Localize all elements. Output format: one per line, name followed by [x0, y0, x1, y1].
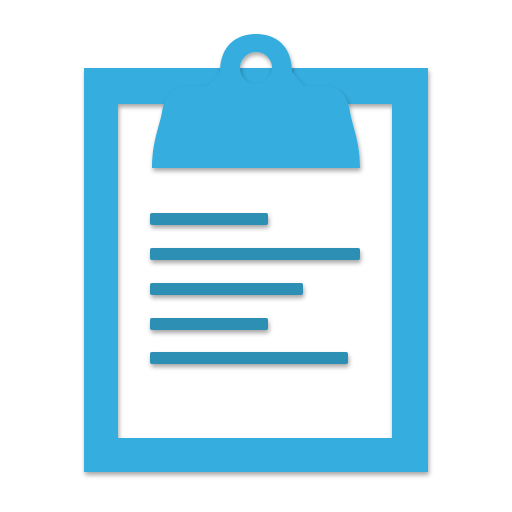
clipboard-icon — [84, 34, 428, 472]
paper-line — [150, 213, 268, 225]
paper-line — [150, 352, 348, 364]
icon-canvas — [0, 0, 512, 512]
paper-lines — [150, 213, 360, 364]
paper-line — [150, 318, 268, 330]
paper-line — [150, 248, 360, 260]
paper-line — [150, 283, 303, 295]
clipboard-clip — [152, 34, 360, 168]
